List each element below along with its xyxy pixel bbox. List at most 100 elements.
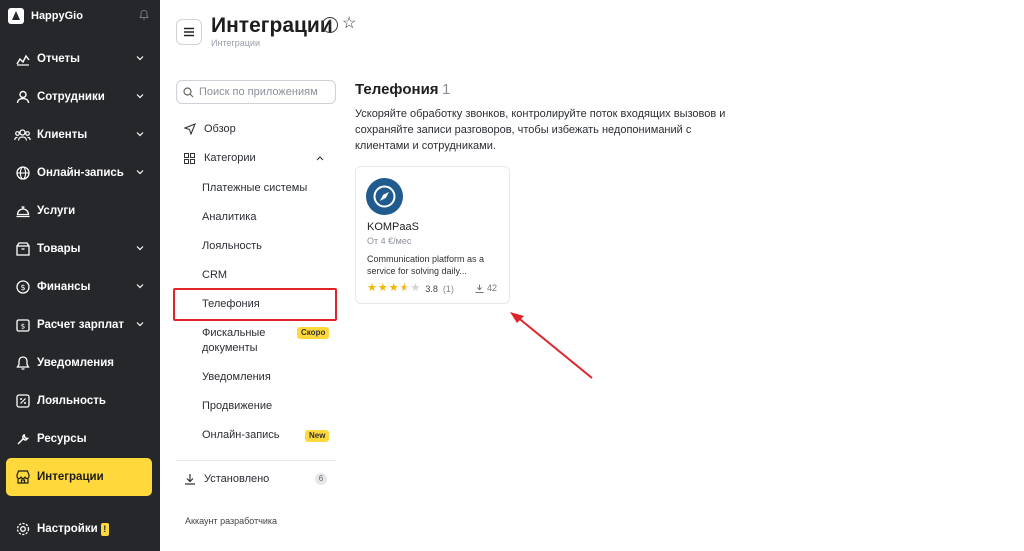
sidebar-item-online-booking[interactable]: Онлайн-запись — [6, 154, 152, 192]
red-annotation-arrow — [510, 312, 593, 379]
sidebar-item-loyalty[interactable]: Лояльность — [6, 382, 152, 420]
sidebar-item-settings[interactable]: Настройки ! — [6, 510, 152, 548]
rating-count: (1) — [442, 283, 454, 294]
sidebar-item-payroll[interactable]: $ Расчет зарплат — [6, 306, 152, 344]
sidebar-item-employees[interactable]: Сотрудники — [6, 78, 152, 116]
page-title: Интеграции — [211, 14, 333, 37]
category-fiscal-documents[interactable]: Фискальные документы — [202, 327, 265, 354]
category-fiscal-line2: документы — [202, 342, 258, 354]
chart-icon — [14, 51, 31, 68]
brand[interactable]: HappyGio — [8, 6, 150, 26]
sidebar-item-label: Товары — [37, 243, 81, 255]
navigation-arrow-icon — [184, 123, 198, 135]
sidebar-item-finance[interactable]: $ Финансы — [6, 268, 152, 306]
app-description: Communication platform as a service for … — [367, 254, 485, 276]
section-description: Ускоряйте обработку звонков, контролируй… — [355, 108, 726, 152]
subnav-item-categories[interactable]: Категории — [176, 144, 336, 172]
service-bell-icon — [14, 203, 31, 220]
developer-account-link[interactable]: Аккаунт разработчика — [185, 516, 277, 526]
download-count: 42 — [486, 283, 497, 293]
wrench-icon — [14, 431, 31, 448]
brand-name: HappyGio — [31, 10, 83, 22]
sidebar-settings: Настройки ! — [6, 510, 152, 548]
subnav-categories-label: Категории — [204, 152, 256, 164]
sidebar-item-label: Ресурсы — [37, 433, 87, 445]
category-crm[interactable]: CRM — [202, 269, 227, 281]
section-title: Телефония — [355, 81, 439, 98]
subnav-item-overview[interactable]: Обзор — [176, 115, 336, 143]
search-input[interactable] — [199, 86, 324, 98]
bell-icon — [14, 355, 31, 372]
users-icon — [14, 127, 31, 144]
sidebar-item-label: Финансы — [37, 281, 91, 293]
sidebar-item-clients[interactable]: Клиенты — [6, 116, 152, 154]
gear-icon — [14, 521, 31, 538]
sidebar-item-label: Уведомления — [37, 357, 114, 369]
chevron-down-icon — [136, 56, 144, 61]
app-name: KOMPaaS — [367, 221, 419, 233]
chevron-down-icon — [136, 246, 144, 251]
sidebar-item-notifications[interactable]: Уведомления — [6, 344, 152, 382]
subnav-overview-label: Обзор — [204, 123, 236, 135]
warning-badge: ! — [100, 522, 109, 536]
wallet-icon: $ — [14, 317, 31, 334]
percent-icon — [14, 393, 31, 410]
download-icon — [184, 473, 198, 485]
sidebar-item-reports[interactable]: Отчеты — [6, 40, 152, 78]
chevron-down-icon — [136, 284, 144, 289]
new-badge: New — [305, 430, 330, 442]
sidebar-item-label: Лояльность — [37, 395, 106, 407]
star-empty-icon: ★ — [410, 282, 421, 294]
category-telephony[interactable]: Телефония — [202, 298, 260, 310]
hamburger-icon — [184, 27, 194, 37]
rating-stars: ★ ★ ★ ★ ★ — [367, 283, 421, 294]
svg-text:$: $ — [20, 323, 24, 331]
category-promotion[interactable]: Продвижение — [202, 400, 272, 412]
soon-badge: Скоро — [297, 327, 330, 339]
box-icon — [14, 241, 31, 258]
category-online-booking[interactable]: Онлайн-запись — [202, 429, 280, 441]
sidebar-item-resources[interactable]: Ресурсы — [6, 420, 152, 458]
sidebar-item-integrations[interactable]: Интеграции — [6, 458, 152, 496]
star-icon[interactable]: ☆ — [342, 15, 356, 33]
bell-icon[interactable] — [138, 9, 150, 21]
app-downloads: 42 — [475, 283, 497, 293]
breadcrumb: Интеграции — [211, 38, 260, 48]
sidebar-item-label: Услуги — [37, 205, 76, 217]
menu-toggle-button[interactable] — [176, 19, 202, 45]
app-root: HappyGio Отчеты Сотрудники Клиенты Онлай… — [0, 0, 1024, 551]
coin-icon: $ — [14, 279, 31, 296]
sidebar-item-products[interactable]: Товары — [6, 230, 152, 268]
installed-count-badge: 6 — [315, 473, 327, 485]
sidebar-item-label: Сотрудники — [37, 91, 105, 103]
search-field[interactable] — [176, 80, 336, 104]
category-notifications[interactable]: Уведомления — [202, 371, 271, 383]
globe-icon — [14, 165, 31, 182]
app-price: От 4 €/мес — [367, 236, 412, 246]
info-icon[interactable]: i — [322, 17, 338, 33]
star-filled-icon: ★ — [377, 282, 388, 294]
compass-logo-icon — [366, 178, 403, 215]
brand-logo-icon — [8, 8, 24, 24]
subnav-item-installed[interactable]: Установлено — [176, 465, 336, 493]
sidebar-item-label: Настройки — [37, 523, 98, 535]
download-icon — [475, 284, 484, 293]
rating-value: 3.8 — [425, 283, 438, 294]
category-analytics[interactable]: Аналитика — [202, 211, 256, 223]
store-icon — [14, 469, 31, 486]
category-loyalty[interactable]: Лояльность — [202, 240, 262, 252]
category-fiscal-line1: Фискальные — [202, 327, 266, 339]
sidebar-item-label: Отчеты — [37, 53, 80, 65]
chevron-down-icon — [136, 132, 144, 137]
subnav-installed-label: Установлено — [204, 473, 270, 485]
sidebar-item-services[interactable]: Услуги — [6, 192, 152, 230]
svg-text:$: $ — [20, 283, 25, 292]
sidebar-item-label: Клиенты — [37, 129, 88, 141]
star-filled-icon: ★ — [388, 282, 399, 294]
app-card-kompaas[interactable]: KOMPaaS От 4 €/мес Communication platfor… — [355, 166, 510, 304]
main-sidebar: HappyGio Отчеты Сотрудники Клиенты Онлай… — [0, 0, 160, 551]
chevron-down-icon — [136, 170, 144, 175]
subnav-divider — [176, 460, 336, 461]
category-payment-systems[interactable]: Платежные системы — [202, 182, 307, 194]
search-icon — [183, 86, 194, 97]
